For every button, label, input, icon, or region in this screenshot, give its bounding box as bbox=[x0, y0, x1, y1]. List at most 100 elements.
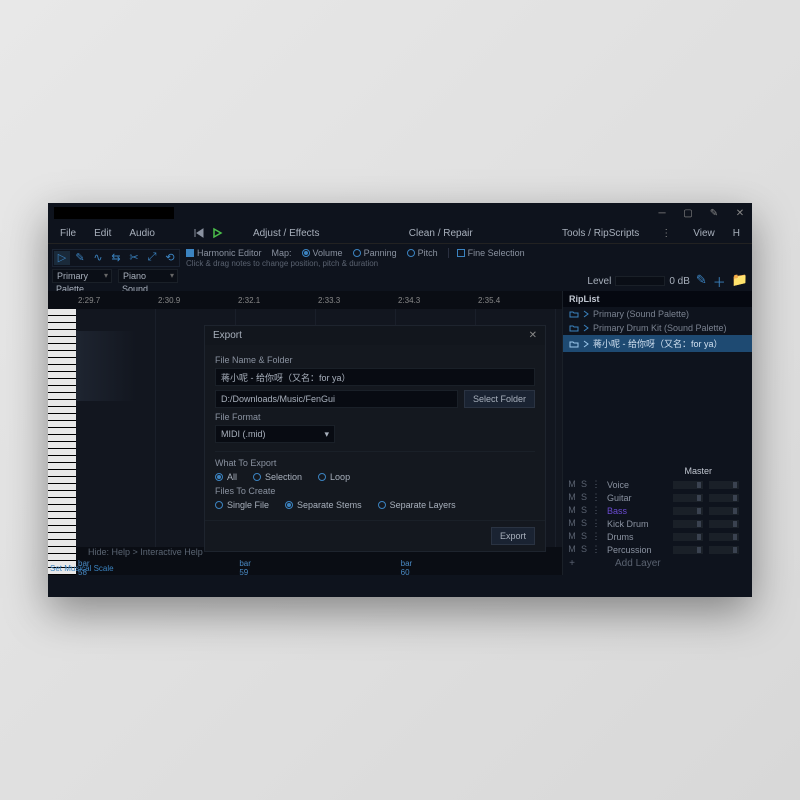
pen-icon[interactable]: ✎ bbox=[708, 207, 720, 219]
volume-fader[interactable] bbox=[673, 481, 703, 489]
master-fader[interactable] bbox=[709, 494, 739, 502]
close-icon[interactable]: ✕ bbox=[734, 207, 746, 219]
mixer-row: MS⋮ Guitar bbox=[567, 491, 748, 504]
side-panel: RipList Primary (Sound Palette) Primary … bbox=[562, 291, 752, 575]
panning-radio[interactable]: Panning bbox=[353, 248, 397, 258]
wave-tool-icon[interactable]: ∿ bbox=[90, 251, 106, 265]
fine-selection-toggle[interactable]: Fine Selection bbox=[448, 248, 525, 258]
mute-button[interactable]: M bbox=[567, 505, 577, 516]
layer-more-icon[interactable]: ⋮ bbox=[591, 518, 601, 529]
timeline-ruler: 2:29.72:30.92:32.12:33.32:34.32:35.4 bbox=[48, 291, 562, 309]
primary-dropdown[interactable]: Primary bbox=[52, 269, 112, 283]
volume-fader[interactable] bbox=[673, 507, 703, 515]
riplist-item[interactable]: Primary Drum Kit (Sound Palette) bbox=[563, 321, 752, 335]
reshape-tool-icon[interactable]: ⇆ bbox=[108, 251, 124, 265]
mute-button[interactable]: M bbox=[567, 492, 577, 503]
layer-more-icon[interactable]: ⋮ bbox=[591, 544, 601, 555]
edit-action-icon[interactable]: ✎ bbox=[696, 272, 707, 291]
instrument-dropdown[interactable]: Piano bbox=[118, 269, 178, 283]
riplist-header: RipList bbox=[563, 291, 752, 307]
zoom-tool-icon[interactable]: ⤢ bbox=[144, 251, 160, 265]
layer-name[interactable]: Drums bbox=[607, 532, 667, 542]
layer-more-icon[interactable]: ⋮ bbox=[591, 505, 601, 516]
menu-view[interactable]: View bbox=[693, 228, 715, 239]
master-fader[interactable] bbox=[709, 546, 739, 554]
select-folder-button[interactable]: Select Folder bbox=[464, 390, 535, 408]
separate-stems-radio[interactable]: Separate Stems bbox=[285, 500, 362, 510]
mute-button[interactable]: M bbox=[567, 531, 577, 542]
mute-button[interactable]: M bbox=[567, 518, 577, 529]
master-fader[interactable] bbox=[709, 520, 739, 528]
menu-adjust[interactable]: Adjust / Effects bbox=[245, 226, 328, 241]
solo-button[interactable]: S bbox=[579, 544, 589, 555]
export-loop-radio[interactable]: Loop bbox=[318, 472, 350, 482]
add-action-icon[interactable]: ＋ bbox=[713, 272, 726, 291]
export-all-radio[interactable]: All bbox=[215, 472, 237, 482]
volume-fader[interactable] bbox=[673, 533, 703, 541]
format-dropdown[interactable]: MIDI (.mid) bbox=[215, 425, 335, 443]
skip-back-icon[interactable] bbox=[193, 227, 205, 239]
level-meter[interactable] bbox=[615, 276, 665, 286]
master-fader[interactable] bbox=[709, 507, 739, 515]
chevron-right-icon bbox=[583, 340, 589, 348]
menu-edit[interactable]: Edit bbox=[86, 226, 119, 241]
toolbar: ▷ ✎ ∿ ⇆ ✂ ⤢ ⟲ Harmonic Editor Map: Volum… bbox=[48, 243, 752, 271]
filename-input[interactable] bbox=[215, 368, 535, 386]
mute-button[interactable]: M bbox=[567, 479, 577, 490]
scrub-tool-icon[interactable]: ⟲ bbox=[162, 251, 178, 265]
harmonic-editor-toggle[interactable]: Harmonic Editor bbox=[186, 248, 262, 258]
folder-icon bbox=[569, 339, 579, 349]
tools-more-icon[interactable]: ⋮ bbox=[657, 228, 675, 239]
menu-clean[interactable]: Clean / Repair bbox=[401, 226, 481, 241]
dialog-close-icon[interactable]: ✕ bbox=[529, 330, 537, 341]
layer-name[interactable]: Percussion bbox=[607, 545, 667, 555]
layer-name[interactable]: Bass bbox=[607, 506, 667, 516]
riplist-item[interactable]: Primary (Sound Palette) bbox=[563, 307, 752, 321]
master-fader[interactable] bbox=[709, 481, 739, 489]
separate-layers-radio[interactable]: Separate Layers bbox=[378, 500, 456, 510]
chevron-right-icon bbox=[583, 324, 589, 332]
layer-more-icon[interactable]: ⋮ bbox=[591, 531, 601, 542]
layer-more-icon[interactable]: ⋮ bbox=[591, 492, 601, 503]
maximize-icon[interactable]: ▢ bbox=[682, 207, 694, 219]
export-selection-radio[interactable]: Selection bbox=[253, 472, 302, 482]
set-scale-link[interactable]: Set Musical Scale bbox=[50, 564, 114, 573]
piano-keyboard[interactable] bbox=[48, 309, 76, 575]
export-button[interactable]: Export bbox=[491, 527, 535, 545]
solo-button[interactable]: S bbox=[579, 531, 589, 542]
solo-button[interactable]: S bbox=[579, 492, 589, 503]
folder-input[interactable] bbox=[215, 390, 458, 408]
menu-tools[interactable]: Tools / RipScripts bbox=[562, 228, 639, 239]
layer-more-icon[interactable]: ⋮ bbox=[591, 479, 601, 490]
folder-action-icon[interactable]: 📁 bbox=[732, 272, 748, 291]
layer-name[interactable]: Kick Drum bbox=[607, 519, 667, 529]
menu-audio[interactable]: Audio bbox=[121, 226, 163, 241]
volume-fader[interactable] bbox=[673, 494, 703, 502]
pointer-tool-icon[interactable]: ▷ bbox=[54, 251, 70, 265]
draw-tool-icon[interactable]: ✎ bbox=[72, 251, 88, 265]
layer-name[interactable]: Voice bbox=[607, 480, 667, 490]
menu-help[interactable]: H bbox=[733, 228, 740, 239]
menubar: File Edit Audio Adjust / Effects Clean /… bbox=[48, 223, 752, 243]
pitch-radio[interactable]: Pitch bbox=[407, 248, 438, 258]
single-file-radio[interactable]: Single File bbox=[215, 500, 269, 510]
titlebar: ─ ▢ ✎ ✕ bbox=[48, 203, 752, 223]
solo-button[interactable]: S bbox=[579, 518, 589, 529]
mute-button[interactable]: M bbox=[567, 544, 577, 555]
solo-button[interactable]: S bbox=[579, 479, 589, 490]
mixer-row: MS⋮ Drums bbox=[567, 530, 748, 543]
split-tool-icon[interactable]: ✂ bbox=[126, 251, 142, 265]
menu-file[interactable]: File bbox=[52, 226, 84, 241]
minimize-icon[interactable]: ─ bbox=[656, 207, 668, 219]
riplist-item[interactable]: 蒋小呢 - 给你呀（又名：for ya） bbox=[563, 335, 752, 352]
volume-fader[interactable] bbox=[673, 520, 703, 528]
volume-fader[interactable] bbox=[673, 546, 703, 554]
layer-name[interactable]: Guitar bbox=[607, 493, 667, 503]
play-icon[interactable] bbox=[211, 227, 223, 239]
add-layer-button[interactable]: + Add Layer bbox=[567, 556, 748, 571]
mixer-row: MS⋮ Voice bbox=[567, 478, 748, 491]
mixer-panel: Master MS⋮VoiceMS⋮GuitarMS⋮BassMS⋮Kick D… bbox=[563, 460, 752, 575]
master-fader[interactable] bbox=[709, 533, 739, 541]
solo-button[interactable]: S bbox=[579, 505, 589, 516]
volume-radio[interactable]: Volume bbox=[302, 248, 343, 258]
